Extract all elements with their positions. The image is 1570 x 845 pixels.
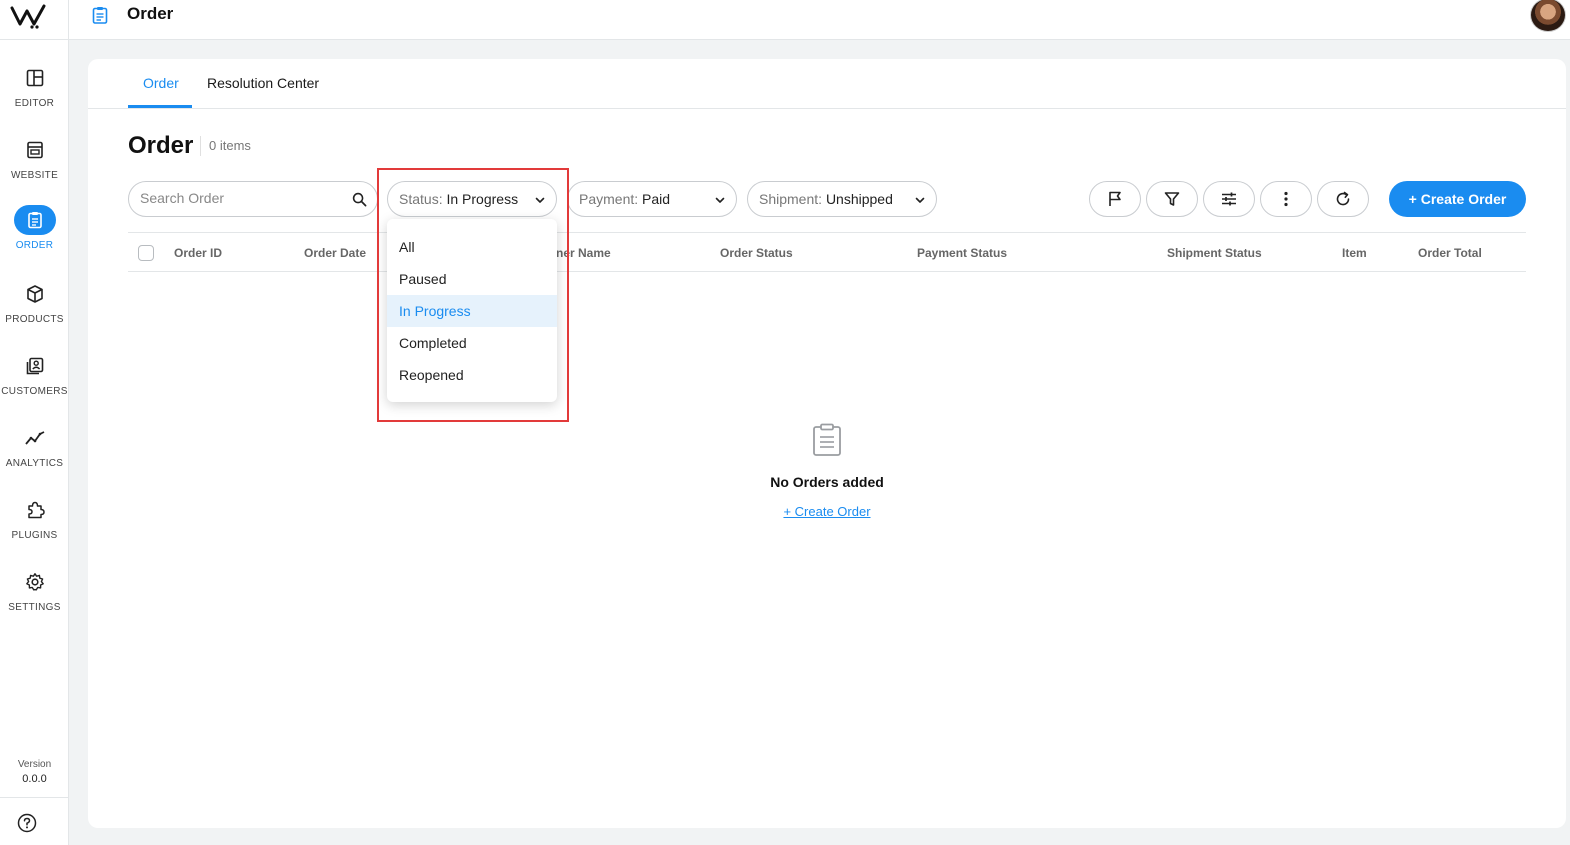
select-all-checkbox[interactable] <box>138 245 154 261</box>
status-option-reopened[interactable]: Reopened <box>387 359 557 391</box>
shipment-select[interactable]: Shipment: Unshipped <box>747 181 937 217</box>
status-select[interactable]: Status: In Progress <box>387 181 557 217</box>
clipboard-icon <box>92 7 108 24</box>
filter-button[interactable] <box>1146 181 1198 217</box>
empty-clipboard-icon <box>813 423 841 456</box>
status-select-text: Status: In Progress <box>399 191 518 207</box>
shipment-select-text: Shipment: Unshipped <box>759 191 893 207</box>
status-option-in-progress[interactable]: In Progress <box>387 295 557 327</box>
sidebar-item-label: CUSTOMERS <box>1 386 68 397</box>
clipboard-icon <box>13 205 56 235</box>
column-header-order-id[interactable]: Order ID <box>174 246 222 260</box>
status-option-all[interactable]: All <box>387 231 557 263</box>
sidebar-item-plugins[interactable]: PLUGINS <box>0 495 69 555</box>
puzzle-icon <box>14 495 56 525</box>
search-input[interactable] <box>140 190 340 206</box>
help-divider <box>0 797 69 798</box>
layout-icon <box>14 63 56 93</box>
sidebar-item-editor[interactable]: EDITOR <box>0 63 69 123</box>
sidebar-item-order[interactable]: ORDER <box>0 205 69 265</box>
flag-button[interactable] <box>1089 181 1141 217</box>
top-bar: Order <box>69 0 1570 40</box>
version-info: Version 0.0.0 <box>0 757 69 787</box>
sidebar-item-label: PLUGINS <box>11 530 58 541</box>
search-box <box>128 181 378 217</box>
refresh-icon <box>1336 191 1350 206</box>
adjust-columns-button[interactable] <box>1203 181 1255 217</box>
create-order-button[interactable]: + Create Order <box>1389 181 1526 217</box>
version-label: Version <box>17 759 52 770</box>
refresh-button[interactable] <box>1317 181 1369 217</box>
empty-state-title: No Orders added <box>770 474 884 490</box>
table-header: Order ID Order Date ner Name Order Statu… <box>128 232 1526 272</box>
column-header-shipment-status[interactable]: Shipment Status <box>1167 246 1262 260</box>
gear-icon <box>14 567 56 597</box>
more-vertical-icon <box>1284 191 1288 207</box>
page-title: Order <box>128 132 194 159</box>
sidebar: EDITOR WEBSITE ORDER PRODUCTS CUSTOMERS … <box>0 0 69 845</box>
status-select-value: In Progress <box>446 191 519 207</box>
column-header-customer-name[interactable]: ner Name <box>556 246 611 260</box>
help-icon[interactable] <box>17 813 37 833</box>
chevron-down-icon <box>915 197 925 203</box>
payment-select-value: Paid <box>642 191 671 207</box>
more-options-button[interactable] <box>1260 181 1312 217</box>
sidebar-item-label: EDITOR <box>14 98 55 109</box>
column-header-order-status[interactable]: Order Status <box>720 246 793 260</box>
app-logo[interactable] <box>10 2 48 30</box>
main-card: Order Resolution Center Order 0 items St… <box>88 59 1566 828</box>
empty-state-create-link: + Create Order <box>88 504 1566 519</box>
payment-select-key: Payment: <box>579 191 639 207</box>
column-header-order-total[interactable]: Order Total <box>1418 246 1482 260</box>
sidebar-item-label: ANALYTICS <box>5 458 64 469</box>
title-divider <box>200 136 201 156</box>
sidebar-item-products[interactable]: PRODUCTS <box>0 279 69 339</box>
payment-select-text: Payment: Paid <box>579 191 670 207</box>
box-icon <box>14 279 56 309</box>
status-dropdown-menu: All Paused In Progress Completed Reopene… <box>387 219 557 402</box>
chart-line-icon <box>14 423 56 453</box>
chevron-down-icon <box>715 197 725 203</box>
column-header-payment-status[interactable]: Payment Status <box>917 246 1007 260</box>
chevron-down-icon <box>535 197 545 203</box>
search-icon[interactable] <box>352 192 367 207</box>
column-header-order-date[interactable]: Order Date <box>304 246 366 260</box>
column-header-item[interactable]: Item <box>1342 246 1367 260</box>
browser-icon <box>14 135 56 165</box>
tab-resolution-center[interactable]: Resolution Center <box>207 75 319 91</box>
item-count: 0 items <box>209 138 251 153</box>
contacts-icon <box>14 351 56 381</box>
version-number: 0.0.0 <box>22 773 47 785</box>
sidebar-item-label: WEBSITE <box>10 170 59 181</box>
avatar[interactable] <box>1530 0 1566 32</box>
sidebar-item-settings[interactable]: SETTINGS <box>0 567 69 627</box>
sliders-icon <box>1222 192 1236 206</box>
sidebar-item-label: ORDER <box>15 240 54 251</box>
payment-select[interactable]: Payment: Paid <box>567 181 737 217</box>
status-select-key: Status: <box>399 191 443 207</box>
active-tab-indicator <box>128 105 192 108</box>
create-order-link[interactable]: + Create Order <box>783 504 870 519</box>
shipment-select-value: Unshipped <box>825 191 893 207</box>
status-option-completed[interactable]: Completed <box>387 327 557 359</box>
filter-icon <box>1164 192 1180 206</box>
sidebar-item-label: PRODUCTS <box>5 314 64 325</box>
flag-icon <box>1109 191 1121 206</box>
logo-divider <box>0 39 69 40</box>
sidebar-item-analytics[interactable]: ANALYTICS <box>0 423 69 483</box>
sidebar-item-customers[interactable]: CUSTOMERS <box>0 351 69 411</box>
status-option-paused[interactable]: Paused <box>387 263 557 295</box>
shipment-select-key: Shipment: <box>759 191 823 207</box>
tab-bar: Order Resolution Center <box>88 59 1566 109</box>
sidebar-item-label: SETTINGS <box>8 602 61 613</box>
page-header-title: Order <box>127 4 174 23</box>
tab-order[interactable]: Order <box>143 75 179 91</box>
sidebar-item-website[interactable]: WEBSITE <box>0 135 69 195</box>
